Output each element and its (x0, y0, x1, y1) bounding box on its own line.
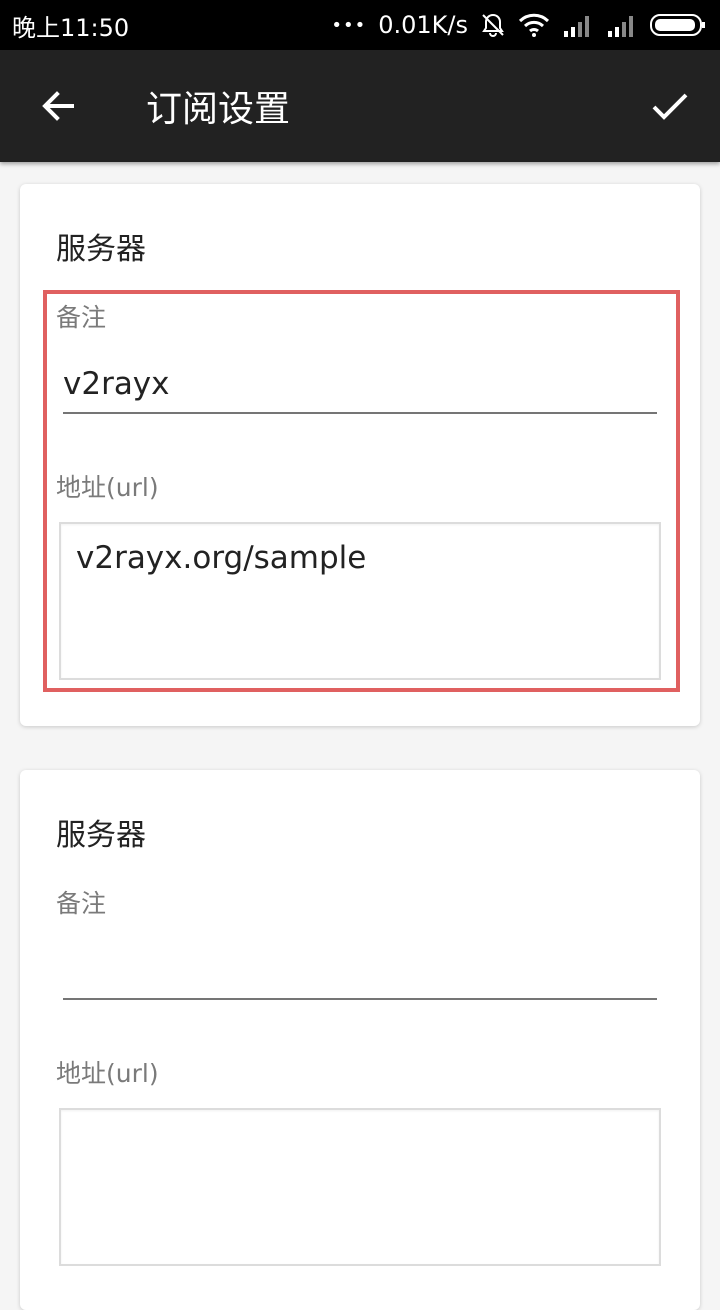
app-bar: 订阅设置 (0, 50, 720, 162)
url-input[interactable]: v2rayx.org/sample (59, 522, 661, 680)
bell-muted-icon (480, 12, 506, 38)
url-label: 地址(url) (56, 473, 159, 502)
back-button[interactable] (30, 78, 86, 134)
battery-icon (650, 13, 706, 37)
card-title: 服务器 (56, 818, 146, 853)
arrow-left-icon (42, 91, 74, 121)
check-icon (652, 93, 688, 120)
confirm-button[interactable] (642, 78, 698, 134)
signal-icon-1 (562, 13, 594, 37)
status-icons: ••• 0.01K/s (331, 11, 706, 39)
page-title: 订阅设置 (146, 89, 291, 130)
remark-label: 备注 (56, 889, 107, 918)
remark-label: 备注 (56, 303, 107, 332)
status-dots: ••• (331, 14, 367, 36)
remark-input[interactable]: v2rayx (63, 354, 657, 414)
status-bar: 晚上11:50 ••• 0.01K/s (0, 0, 720, 50)
card-title: 服务器 (56, 232, 146, 267)
wifi-icon (518, 12, 550, 38)
url-input[interactable] (59, 1108, 661, 1266)
network-speed: 0.01K/s (378, 11, 468, 39)
url-label: 地址(url) (56, 1059, 159, 1088)
server-card: 服务器 备注 v2rayx 地址(url) v2rayx.org/sample (20, 184, 700, 726)
remark-input[interactable] (63, 940, 657, 1000)
signal-icon-2 (606, 13, 638, 37)
server-card: 服务器 备注 地址(url) (20, 770, 700, 1310)
status-time: 晚上11:50 (12, 13, 130, 42)
